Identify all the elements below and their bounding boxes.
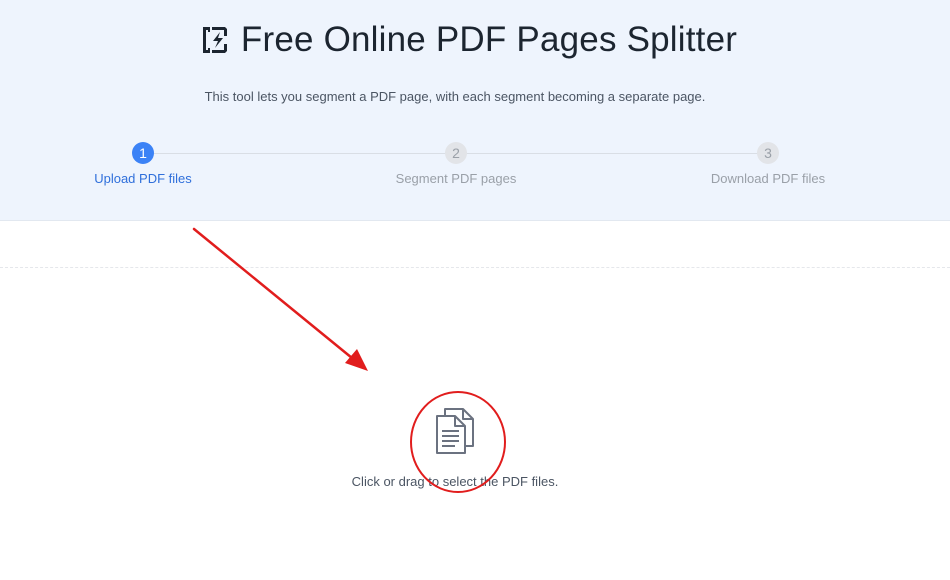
step-label: Download PDF files — [710, 171, 826, 186]
documents-icon[interactable] — [433, 406, 477, 456]
step-label: Upload PDF files — [94, 171, 192, 186]
step-segment: 2 Segment PDF pages — [366, 142, 546, 186]
page-title: Free Online PDF Pages Splitter — [240, 20, 738, 59]
step-number: 2 — [445, 142, 467, 164]
step-upload: 1 Upload PDF files — [53, 142, 233, 186]
page-subtitle: This tool lets you segment a PDF page, w… — [204, 89, 706, 104]
title-row: Free Online PDF Pages Splitter — [0, 20, 950, 60]
file-upload-dropzone[interactable]: Click or drag to select the PDF files. — [300, 380, 610, 510]
pdf-split-logo-icon — [202, 27, 227, 53]
annotation-arrow-head — [345, 349, 368, 371]
step-number: 3 — [757, 142, 779, 164]
dashed-divider — [0, 267, 950, 268]
header-banner: Free Online PDF Pages Splitter This tool… — [0, 0, 950, 221]
step-number: 1 — [132, 142, 154, 164]
annotation-arrow-line — [192, 227, 354, 360]
upload-instruction[interactable]: Click or drag to select the PDF files. — [300, 474, 610, 489]
step-download: 3 Download PDF files — [678, 142, 858, 186]
step-label: Segment PDF pages — [395, 171, 517, 186]
